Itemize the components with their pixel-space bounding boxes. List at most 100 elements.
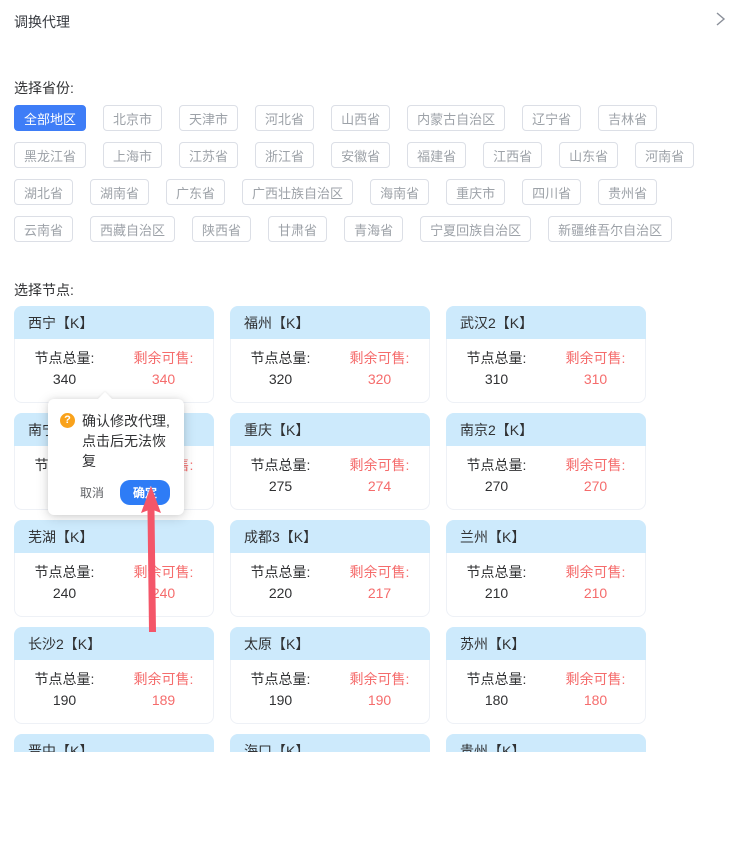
node-remain-label: 剩余可售: (114, 562, 213, 583)
node-total-label: 节点总量: (447, 669, 546, 690)
node-remain-value: 189 (114, 690, 213, 711)
node-card-title: 晋中【K】 (14, 734, 214, 752)
chevron-right-icon[interactable] (712, 11, 728, 27)
province-button[interactable]: 河北省 (255, 105, 314, 131)
node-total-value: 310 (447, 369, 546, 390)
node-total-label: 节点总量: (447, 562, 546, 583)
province-button[interactable]: 内蒙古自治区 (407, 105, 505, 131)
node-total-value: 190 (15, 690, 114, 711)
node-card[interactable]: 芜湖【K】 节点总量: 240 剩余可售: 240 (14, 520, 214, 617)
node-total-value: 220 (231, 583, 330, 604)
province-button[interactable]: 河南省 (635, 142, 694, 168)
node-card-title: 南京2【K】 (446, 413, 646, 446)
node-card-title: 重庆【K】 (230, 413, 430, 446)
province-button[interactable]: 海南省 (370, 179, 429, 205)
province-button[interactable]: 湖南省 (90, 179, 149, 205)
node-remain-value: 320 (330, 369, 429, 390)
province-button[interactable]: 贵州省 (598, 179, 657, 205)
node-total-value: 210 (447, 583, 546, 604)
province-button[interactable]: 广东省 (166, 179, 225, 205)
node-card[interactable]: 重庆【K】 节点总量: 275 剩余可售: 274 (230, 413, 430, 510)
node-remain-label: 剩余可售: (330, 455, 429, 476)
node-remain-value: 240 (114, 583, 213, 604)
province-button[interactable]: 云南省 (14, 216, 73, 242)
node-card-title: 福州【K】 (230, 306, 430, 339)
node-total-value: 275 (231, 476, 330, 497)
province-button[interactable]: 江苏省 (179, 142, 238, 168)
page-title: 调换代理 (14, 12, 724, 32)
node-card-title: 太原【K】 (230, 627, 430, 660)
province-button[interactable]: 天津市 (179, 105, 238, 131)
node-remain-label: 剩余可售: (330, 669, 429, 690)
question-circle-icon: ? (60, 413, 75, 428)
province-button[interactable]: 北京市 (103, 105, 162, 131)
province-button[interactable]: 吉林省 (598, 105, 657, 131)
province-button[interactable]: 四川省 (522, 179, 581, 205)
node-card[interactable]: 成都3【K】 节点总量: 220 剩余可售: 217 (230, 520, 430, 617)
province-button[interactable]: 福建省 (407, 142, 466, 168)
province-button[interactable]: 安徽省 (331, 142, 390, 168)
node-card[interactable]: 海口【K】 节点总量: 剩余可售: (230, 734, 430, 752)
province-button[interactable]: 辽宁省 (522, 105, 581, 131)
province-button[interactable]: 重庆市 (446, 179, 505, 205)
province-list: 全部地区北京市天津市河北省山西省内蒙古自治区辽宁省吉林省黑龙江省上海市江苏省浙江… (14, 105, 726, 242)
node-card[interactable]: 长沙2【K】 节点总量: 190 剩余可售: 189 (14, 627, 214, 724)
node-remain-value: 180 (546, 690, 645, 711)
node-card[interactable]: 福州【K】 节点总量: 320 剩余可售: 320 (230, 306, 430, 403)
node-total-value: 340 (15, 369, 114, 390)
node-remain-label: 剩余可售: (546, 348, 645, 369)
node-card[interactable]: 太原【K】 节点总量: 190 剩余可售: 190 (230, 627, 430, 724)
node-remain-label: 剩余可售: (330, 348, 429, 369)
province-button[interactable]: 浙江省 (255, 142, 314, 168)
confirm-button[interactable]: 确定 (120, 480, 170, 505)
node-card-title: 贵州【K】 (446, 734, 646, 752)
node-total-label: 节点总量: (447, 348, 546, 369)
node-total-label: 节点总量: (15, 669, 114, 690)
node-card[interactable]: 南京2【K】 节点总量: 270 剩余可售: 270 (446, 413, 646, 510)
node-total-label: 节点总量: (231, 562, 330, 583)
node-card-title: 芜湖【K】 (14, 520, 214, 553)
node-remain-label: 剩余可售: (330, 562, 429, 583)
province-button[interactable]: 山东省 (559, 142, 618, 168)
province-button[interactable]: 山西省 (331, 105, 390, 131)
province-button[interactable]: 新疆维吾尔自治区 (548, 216, 672, 242)
node-card[interactable]: 苏州【K】 节点总量: 180 剩余可售: 180 (446, 627, 646, 724)
node-card[interactable]: 贵州【K】 节点总量: 剩余可售: (446, 734, 646, 752)
province-button[interactable]: 陕西省 (192, 216, 251, 242)
node-total-value: 320 (231, 369, 330, 390)
node-card-title: 西宁【K】 (14, 306, 214, 339)
node-card-title: 成都3【K】 (230, 520, 430, 553)
node-total-value: 240 (15, 583, 114, 604)
popconfirm: ? 确认修改代理, 点击后无法恢复 取消 确定 (48, 399, 184, 515)
province-button[interactable]: 青海省 (344, 216, 403, 242)
cancel-button[interactable]: 取消 (80, 484, 104, 501)
node-remain-value: 190 (330, 690, 429, 711)
node-remain-label: 剩余可售: (546, 562, 645, 583)
province-button[interactable]: 全部地区 (14, 105, 86, 131)
province-button[interactable]: 广西壮族自治区 (242, 179, 353, 205)
node-total-value: 270 (447, 476, 546, 497)
node-card[interactable]: 晋中【K】 节点总量: 剩余可售: (14, 734, 214, 752)
province-button[interactable]: 湖北省 (14, 179, 73, 205)
province-button[interactable]: 甘肃省 (268, 216, 327, 242)
dialog-header: 调换代理 (14, 0, 724, 32)
node-total-label: 节点总量: (15, 562, 114, 583)
popconfirm-message: 确认修改代理, 点击后无法恢复 (82, 411, 172, 471)
node-card[interactable]: 兰州【K】 节点总量: 210 剩余可售: 210 (446, 520, 646, 617)
province-button[interactable]: 黑龙江省 (14, 142, 86, 168)
node-card[interactable]: 西宁【K】 节点总量: 340 剩余可售: 340 (14, 306, 214, 403)
node-remain-label: 剩余可售: (114, 669, 213, 690)
node-total-label: 节点总量: (231, 348, 330, 369)
node-card[interactable]: 武汉2【K】 节点总量: 310 剩余可售: 310 (446, 306, 646, 403)
node-remain-value: 340 (114, 369, 213, 390)
province-button[interactable]: 上海市 (103, 142, 162, 168)
province-button[interactable]: 宁夏回族自治区 (420, 216, 531, 242)
node-remain-value: 210 (546, 583, 645, 604)
province-button[interactable]: 江西省 (483, 142, 542, 168)
node-total-value: 190 (231, 690, 330, 711)
node-grid: 西宁【K】 节点总量: 340 剩余可售: 340 福州【K】 节点总量: 32… (14, 306, 724, 752)
node-card-title: 武汉2【K】 (446, 306, 646, 339)
node-card-title: 苏州【K】 (446, 627, 646, 660)
province-button[interactable]: 西藏自治区 (90, 216, 175, 242)
province-section-label: 选择省份: (14, 78, 724, 98)
